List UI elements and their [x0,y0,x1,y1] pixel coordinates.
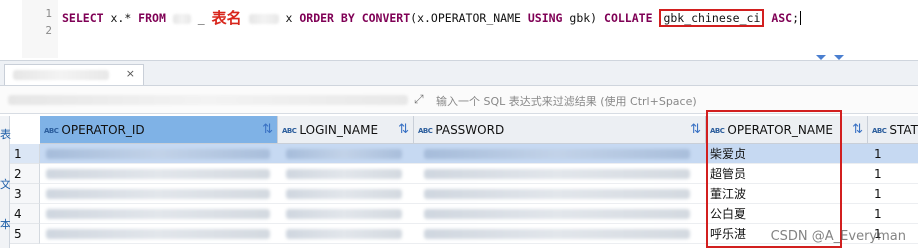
column-title: OPERATOR_ID [61,123,145,137]
redacted-cell [286,209,402,219]
status-cell[interactable]: 1 [874,184,882,204]
column-header-password[interactable]: ABC PASSWORD ⇅ [414,116,706,144]
collation-highlight: gbk_chinese_ci [659,9,765,27]
operator-name-cell[interactable]: 超管员 [710,164,746,184]
redacted-cell [46,209,270,219]
string-type-icon: ABC [418,127,433,135]
string-type-icon: ABC [282,127,297,135]
sql-keyword-asc: ASC [771,11,793,25]
line-number: 2 [45,24,52,37]
status-cell[interactable]: 1 [874,204,882,224]
sql-text: gbk) [562,11,605,25]
filter-input[interactable]: 输入一个 SQL 表达式来过滤结果 (使用 Ctrl+Space) [436,93,697,109]
sql-line-1[interactable]: SELECT x.* FROM _ 表名 x ORDER BY CONVERT(… [62,7,802,28]
row-number[interactable]: 3 [10,184,40,204]
column-header-status[interactable]: ABC STAT [868,116,918,144]
sql-keyword-select: SELECT [62,11,104,25]
column-title: STAT [889,123,918,137]
row-number[interactable]: 2 [10,164,40,184]
redacted-cell [424,189,690,199]
table-row[interactable]: 柴爱贞 1 [40,144,918,164]
row-number[interactable]: 5 [10,224,40,244]
redacted-tab-title [13,70,109,80]
sql-semicolon: ; [792,11,800,25]
status-cell[interactable]: 1 [874,144,882,164]
expand-filter-icon[interactable]: ⤢ [414,92,424,107]
string-type-icon: ABC [710,127,725,135]
row-number[interactable]: 4 [10,204,40,224]
sql-text: x [278,11,300,25]
table-row[interactable]: 超管员 1 [40,164,918,184]
redacted-cell [286,229,402,239]
string-type-icon: ABC [872,127,887,135]
watermark: CSDN @A_Everyman [770,229,906,244]
sort-filter-icon[interactable]: ⇅ [690,116,701,143]
redacted-cell [46,189,270,199]
view-mode-label[interactable]: 表 [0,126,11,142]
table-name-annotation: 表名 [211,9,242,27]
sql-text: x.* [103,11,139,25]
row-number[interactable]: 1 [10,144,40,164]
sql-keyword-order-by: ORDER BY [299,11,355,25]
redacted-cell [286,169,402,179]
column-title: LOGIN_NAME [299,123,379,137]
sql-text: _ [197,11,205,25]
table-row[interactable]: 公白夏 1 [40,204,918,224]
view-mode-strip[interactable]: 表 文 本 [0,116,11,248]
redacted-cell [46,149,270,159]
redacted-query-text [8,95,408,105]
close-tab-icon[interactable]: × [126,67,135,80]
table-row[interactable]: 董江波 1 [40,184,918,204]
redacted-table-name [248,13,279,24]
redacted-cell [46,229,270,239]
column-header-operator-id[interactable]: ABC OPERATOR_ID ⇅ [40,116,278,144]
result-tab[interactable]: × [4,64,144,85]
filter-bar: ⤢ 输入一个 SQL 表达式来过滤结果 (使用 Ctrl+Space) [0,86,918,114]
column-title: OPERATOR_NAME [727,123,834,137]
sort-filter-icon[interactable]: ⇅ [398,116,409,143]
redacted-cell [286,149,402,159]
redacted-cell [424,149,690,159]
sql-keyword-collate: COLLATE [604,11,653,25]
redacted-schema [172,13,191,24]
operator-name-cell[interactable]: 呼乐湛 [710,224,746,244]
operator-name-cell[interactable]: 公白夏 [710,204,746,224]
text-cursor [800,11,802,25]
column-header-login-name[interactable]: ABC LOGIN_NAME ⇅ [278,116,414,144]
redacted-cell [286,189,402,199]
line-number: 1 [45,7,52,20]
sort-filter-icon[interactable]: ⇅ [852,116,863,143]
string-type-icon: ABC [44,127,59,135]
sql-keyword-convert: CONVERT [361,11,411,25]
operator-name-cell[interactable]: 柴爱贞 [710,144,746,164]
sql-keyword-from: FROM [138,11,166,25]
column-title: PASSWORD [435,123,505,137]
redacted-cell [424,169,690,179]
sql-text: (x.OPERATOR_NAME [410,11,528,25]
status-cell[interactable]: 1 [874,164,882,184]
sql-editor[interactable]: 1 2 SELECT x.* FROM _ 表名 x ORDER BY CONV… [0,0,918,58]
redacted-cell [424,229,690,239]
operator-name-cell[interactable]: 董江波 [710,184,746,204]
result-tab-bar: × [0,60,918,86]
sort-filter-icon[interactable]: ⇅ [262,116,273,143]
column-header-operator-name[interactable]: ABC OPERATOR_NAME ⇅ [706,116,868,144]
redacted-cell [46,169,270,179]
sql-keyword-using: USING [527,11,563,25]
redacted-cell [424,209,690,219]
